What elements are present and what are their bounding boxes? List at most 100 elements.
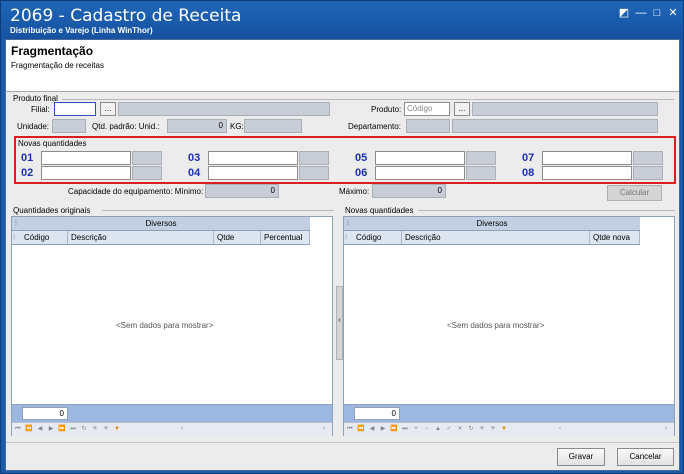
panel-splitter[interactable]: ‹ — [336, 286, 343, 360]
first-record-icon[interactable]: ⏮ — [346, 425, 354, 434]
column-header-descricao[interactable]: Descrição — [68, 231, 214, 244]
page-title: Fragmentação — [11, 44, 94, 58]
scroll-left-icon[interactable]: ‹ — [556, 425, 564, 434]
cancel-edit-icon[interactable]: ✕ — [456, 425, 464, 434]
slot-08-input[interactable] — [542, 166, 632, 180]
app-window: 2069 - Cadastro de Receita Distribuição … — [0, 0, 684, 474]
unidade-label: Unidade: — [17, 122, 50, 131]
last-record-icon[interactable]: ⏭ — [69, 425, 77, 434]
grid-navigator: ⏮ ⏪ ◀ ▶ ⏩ ⏭ ↻ ✳ ✳ ▼ ‹ › — [12, 422, 332, 436]
goto-bookmark-icon[interactable]: ✳ — [102, 425, 110, 434]
maximize-icon[interactable]: □ — [651, 7, 663, 19]
novas-quantidades-grid-divider — [418, 210, 675, 211]
produto-final-group-label: Produto final — [13, 94, 58, 103]
produto-input[interactable]: Código — [404, 102, 450, 116]
filter-icon[interactable]: ▼ — [113, 425, 121, 434]
grid-footer-summary: 0 — [344, 404, 674, 422]
grid-footer-summary: 0 — [12, 404, 332, 422]
edit-record-icon[interactable]: ▲ — [434, 425, 442, 434]
slot-02-number: 02 — [21, 167, 34, 179]
scroll-left-icon[interactable]: ‹ — [178, 425, 186, 434]
grid-header-row: ⁝ Código Descrição Qtde Percentual — [12, 231, 310, 245]
filial-label: Filial: — [31, 105, 50, 114]
prev-record-icon[interactable]: ◀ — [368, 425, 376, 434]
slot-01-input[interactable] — [41, 151, 131, 165]
minimize-icon[interactable]: — — [635, 7, 647, 19]
next-page-icon[interactable]: ⏩ — [390, 425, 398, 434]
novas-quantidades-grid[interactable]: ⁝ Diversos ⁝ Código Descrição Qtde nova … — [343, 216, 675, 436]
kg-label: KG: — [230, 122, 244, 131]
footer-total: 0 — [22, 407, 68, 420]
slot-08-number: 08 — [522, 167, 535, 179]
column-header-descricao[interactable]: Descrição — [402, 231, 590, 244]
close-icon[interactable]: ✕ — [667, 7, 679, 19]
column-header-qtde[interactable]: Qtde — [214, 231, 261, 244]
column-header-qtde-nova[interactable]: Qtde nova — [590, 231, 640, 244]
refresh-icon[interactable]: ↻ — [467, 425, 475, 434]
page-header: Fragmentação Fragmentação de receitas — [6, 40, 679, 92]
produto-lookup-button[interactable]: ... — [454, 102, 470, 116]
slot-07-input[interactable] — [542, 151, 632, 165]
scroll-right-icon[interactable]: › — [662, 425, 670, 434]
slot-03-number: 03 — [188, 152, 201, 164]
produto-description — [472, 102, 658, 116]
slot-03-value — [299, 151, 329, 165]
slot-04-input[interactable] — [208, 166, 298, 180]
grid-band-label: Diversos — [476, 219, 508, 228]
splitter-arrow-icon[interactable]: ‹ — [337, 317, 342, 324]
restore-icon[interactable]: ◩ — [618, 7, 630, 19]
slot-02-input[interactable] — [41, 166, 131, 180]
produto-final-divider — [62, 99, 674, 100]
capacidade-minimo-field: 0 — [205, 184, 279, 198]
insert-record-icon[interactable]: + — [412, 425, 420, 434]
departamento-code — [406, 119, 450, 133]
slot-05-value — [466, 151, 496, 165]
slot-02-value — [132, 166, 162, 180]
goto-bookmark-icon[interactable]: ✳ — [489, 425, 497, 434]
qtd-padrao-field: 0 — [167, 119, 227, 133]
slot-06-input[interactable] — [375, 166, 465, 180]
next-record-icon[interactable]: ▶ — [47, 425, 55, 434]
column-chooser-icon[interactable]: ⁝ — [13, 219, 19, 228]
slot-03-input[interactable] — [208, 151, 298, 165]
column-chooser-icon[interactable]: ⁝ — [345, 219, 351, 228]
slot-05-input[interactable] — [375, 151, 465, 165]
scroll-right-icon[interactable]: › — [320, 425, 328, 434]
column-chooser-icon[interactable]: ⁝ — [345, 233, 351, 242]
novas-quantidades-highlight: Novas quantidades 01 02 03 04 05 06 07 0… — [14, 136, 676, 184]
filial-lookup-button[interactable]: ... — [100, 102, 116, 116]
refresh-icon[interactable]: ↻ — [80, 425, 88, 434]
cancelar-button[interactable]: Cancelar — [617, 448, 674, 466]
prev-record-icon[interactable]: ◀ — [36, 425, 44, 434]
next-record-icon[interactable]: ▶ — [379, 425, 387, 434]
bookmark-icon[interactable]: ✳ — [478, 425, 486, 434]
next-page-icon[interactable]: ⏩ — [58, 425, 66, 434]
title-bar[interactable]: 2069 - Cadastro de Receita Distribuição … — [1, 1, 683, 39]
post-edit-icon[interactable]: ✓ — [445, 425, 453, 434]
column-header-codigo[interactable]: Código — [353, 231, 402, 244]
column-header-percentual[interactable]: Percentual — [261, 231, 310, 244]
bookmark-icon[interactable]: ✳ — [91, 425, 99, 434]
grid-header-row: ⁝ Código Descrição Qtde nova — [344, 231, 640, 245]
slot-06-value — [466, 166, 496, 180]
calcular-button[interactable]: Calcular — [607, 185, 662, 201]
quantidades-originais-grid[interactable]: ⁝ Diversos ⁝ Código Descrição Qtde Perce… — [11, 216, 333, 436]
prev-page-icon[interactable]: ⏪ — [357, 425, 365, 434]
quantidades-originais-divider — [102, 210, 334, 211]
column-chooser-icon[interactable]: ⁝ — [13, 233, 19, 242]
filial-input[interactable] — [54, 102, 96, 116]
grid-band-diversos: ⁝ Diversos — [12, 217, 310, 231]
empty-grid-message: <Sem dados para mostrar> — [447, 321, 545, 330]
capacidade-label: Capacidade do equipamento: Mínimo: — [68, 187, 204, 196]
gravar-button[interactable]: Gravar — [557, 448, 605, 466]
grid-band-label: Diversos — [145, 219, 177, 228]
novas-quantidades-label: Novas quantidades — [18, 139, 87, 148]
last-record-icon[interactable]: ⏭ — [401, 425, 409, 434]
prev-page-icon[interactable]: ⏪ — [25, 425, 33, 434]
column-header-codigo[interactable]: Código — [21, 231, 68, 244]
first-record-icon[interactable]: ⏮ — [14, 425, 22, 434]
filter-icon[interactable]: ▼ — [500, 425, 508, 434]
novas-quantidades-grid-label: Novas quantidades — [345, 206, 414, 215]
delete-record-icon[interactable]: − — [423, 425, 431, 434]
slot-08-value — [633, 166, 663, 180]
